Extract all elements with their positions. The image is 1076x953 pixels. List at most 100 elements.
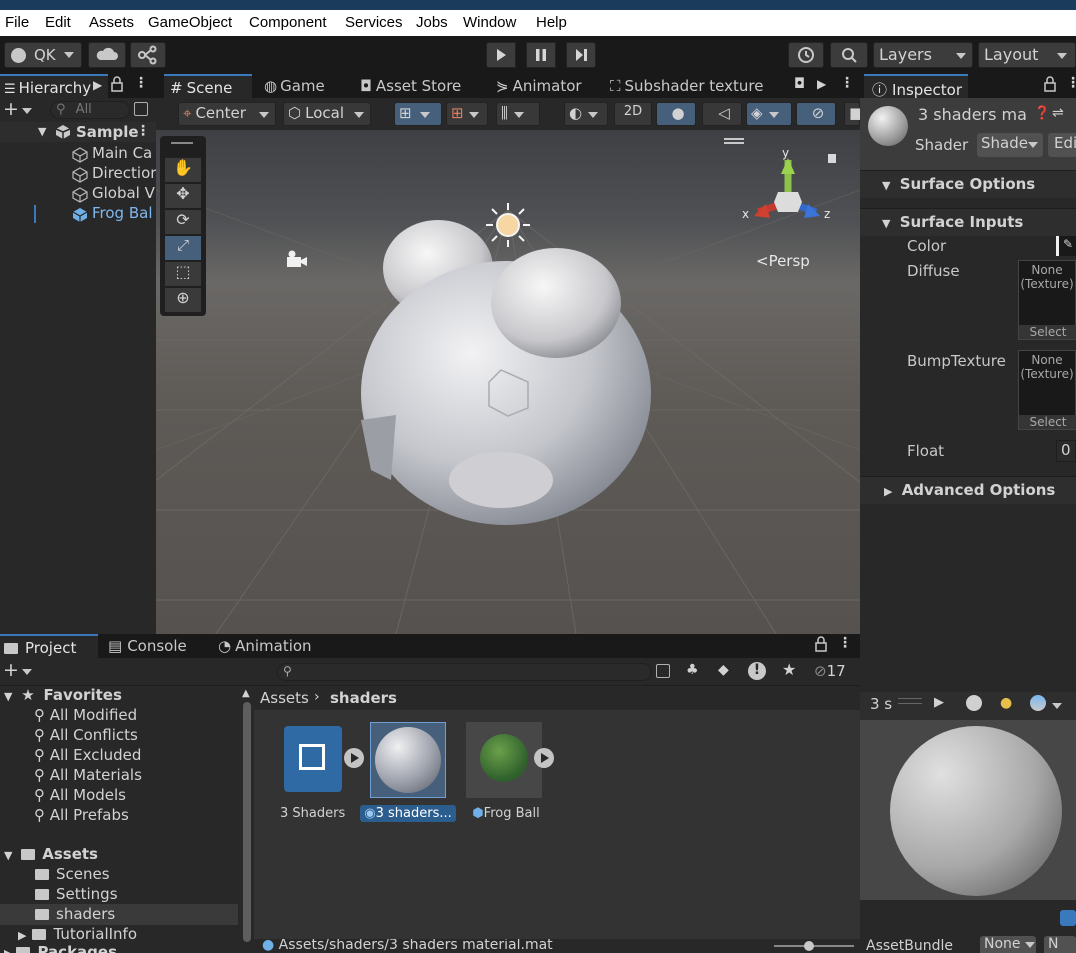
menu-help[interactable]: Help	[536, 14, 567, 31]
expand-asset-button[interactable]	[534, 748, 554, 768]
asset-label-3-shaders[interactable]: 3 Shaders	[280, 806, 345, 821]
effects-dropdown[interactable]: ◈	[746, 102, 792, 126]
scene-visibility-toggle[interactable]: ⊘	[796, 102, 836, 126]
expand-search-icon[interactable]	[134, 102, 148, 116]
step-button[interactable]	[566, 42, 596, 68]
chevron-up-icon[interactable]: ▲	[242, 688, 250, 699]
lighting-toggle[interactable]: ●	[656, 102, 696, 126]
diffuse-select-button[interactable]: Select	[1019, 325, 1076, 339]
asset-label-frog-ball[interactable]: ⬢Frog Ball	[466, 806, 546, 821]
tab-project[interactable]: Project	[0, 634, 98, 658]
asset-3-shaders-material[interactable]	[370, 722, 446, 798]
favorite-all-modified[interactable]: ⚲ All Modified	[34, 706, 137, 724]
tab-overflow-icon[interactable]: ▶	[93, 78, 102, 92]
favorite-all-materials[interactable]: ⚲ All Materials	[34, 766, 142, 784]
menu-component[interactable]: Component	[249, 14, 327, 31]
search-button[interactable]	[830, 42, 868, 68]
assetbundle-dropdown[interactable]: None	[980, 936, 1036, 953]
kebab-menu-icon[interactable]: ⋮	[840, 75, 854, 91]
scene-viewport[interactable]: y x z ✋ ✥ ⟳ ⤢ ⬚ ⊕ <Persp	[156, 130, 860, 634]
kebab-menu-icon[interactable]: ⋮	[1066, 75, 1076, 91]
rotate-tool-button[interactable]: ⟳	[165, 210, 201, 234]
persp-label[interactable]: <Persp	[756, 252, 810, 270]
draw-mode-dropdown[interactable]: ◐	[564, 102, 608, 126]
menu-jobs[interactable]: Jobs	[416, 14, 448, 31]
sphere-mesh-icon[interactable]	[966, 695, 982, 711]
kebab-menu-icon[interactable]: ⋮	[838, 635, 852, 651]
section-advanced-options[interactable]: ▶ Advanced Options	[860, 476, 1076, 504]
chevron-down-icon[interactable]	[22, 669, 32, 675]
rect-tool-button[interactable]: ⬚	[165, 262, 201, 286]
material-preview[interactable]	[860, 720, 1076, 900]
tab-inspector[interactable]: ⓘ Inspector	[864, 74, 968, 99]
tab-animation[interactable]: ◔ Animation	[218, 634, 312, 658]
kebab-menu-icon[interactable]: ⋮	[134, 75, 148, 91]
lighting-icon[interactable]: ●	[1000, 695, 1012, 711]
project-search-input[interactable]: ⚲	[277, 663, 652, 681]
menu-assets[interactable]: Assets	[89, 14, 134, 31]
increment-snap-toggle[interactable]: ⊞	[446, 102, 488, 126]
hierarchy-item-directional-light[interactable]: Directior	[0, 164, 156, 184]
grid-visibility-toggle[interactable]: ⫼	[496, 102, 540, 126]
layers-dropdown[interactable]: Layers	[873, 42, 973, 68]
breadcrumb-assets[interactable]: Assets	[260, 689, 309, 707]
asset-frog-ball[interactable]	[466, 722, 542, 798]
color-field[interactable]: ✎	[1056, 236, 1076, 256]
menu-window[interactable]: Window	[463, 14, 516, 31]
tab-hierarchy[interactable]: ☰ Hierarchy	[0, 74, 108, 98]
play-button[interactable]	[486, 42, 516, 68]
tab-animator[interactable]: ⋟ Animator	[496, 74, 582, 98]
search-by-label-icon[interactable]: ◆	[718, 662, 729, 678]
folder-shaders[interactable]: shaders	[35, 905, 115, 923]
space-dropdown[interactable]: ⬡ Local	[283, 102, 371, 126]
bump-select-button[interactable]: Select	[1019, 415, 1076, 429]
asset-label-3-shaders-material[interactable]: ◉3 shaders...	[360, 805, 456, 822]
favorite-all-models[interactable]: ⚲ All Models	[34, 786, 126, 804]
move-tool-button[interactable]: ✥	[165, 184, 201, 208]
menu-edit[interactable]: Edit	[45, 14, 71, 31]
add-icon[interactable]: +	[3, 98, 19, 120]
hierarchy-item-main-camera[interactable]: Main Ca	[0, 144, 156, 164]
transform-tool-button[interactable]: ⊕	[165, 288, 201, 312]
breadcrumb-shaders[interactable]: shaders	[330, 689, 397, 707]
pause-button[interactable]	[526, 42, 556, 68]
tab-overflow-icon[interactable]: ▶	[817, 77, 826, 91]
presets-icon[interactable]: ⇌	[1052, 105, 1064, 121]
menu-gameobject[interactable]: GameObject	[148, 14, 232, 31]
pivot-dropdown[interactable]: ⌖ Center	[178, 102, 276, 126]
material-name[interactable]: 3 shaders ma	[918, 105, 1027, 124]
expand-search-icon[interactable]	[656, 664, 670, 678]
tab-game[interactable]: ◍ Game	[262, 74, 325, 98]
scale-tool-button[interactable]: ⤢	[165, 236, 201, 260]
cloud-button[interactable]	[88, 42, 126, 68]
tree-scrollbar[interactable]: ▲	[240, 686, 254, 953]
tab-subshader-texture[interactable]: ⛶ Subshader texture	[610, 74, 763, 98]
overlay-menu-icon[interactable]	[724, 138, 744, 144]
eyedropper-icon[interactable]: ✎	[1063, 237, 1073, 251]
folder-tutorialinfo[interactable]: ▶ TutorialInfo	[18, 925, 137, 943]
2d-toggle[interactable]: 2D	[614, 102, 652, 126]
tab-console[interactable]: ▤ Console	[108, 634, 187, 658]
menu-file[interactable]: File	[5, 14, 29, 31]
undo-history-button[interactable]	[788, 42, 824, 68]
chevron-down-icon[interactable]	[22, 108, 32, 114]
chevron-down-icon[interactable]	[1052, 703, 1062, 709]
collab-button[interactable]	[130, 42, 166, 68]
skybox-icon[interactable]	[1030, 695, 1046, 711]
store-icon[interactable]: ◘	[794, 76, 805, 92]
folder-scenes[interactable]: Scenes	[35, 865, 110, 883]
log-filter-icon[interactable]: !	[748, 662, 766, 680]
tab-scene[interactable]: # Scene	[164, 74, 252, 98]
slider-handle[interactable]	[804, 941, 814, 951]
audio-toggle[interactable]: ◁	[702, 102, 742, 126]
hidden-packages-toggle[interactable]: ⊘17	[814, 662, 846, 680]
tab-asset-store[interactable]: ◘ Asset Store	[360, 74, 461, 98]
search-by-type-icon[interactable]: ♣	[686, 662, 699, 678]
hand-tool-button[interactable]: ✋	[165, 158, 201, 182]
icon-size-slider[interactable]	[774, 945, 854, 947]
chevron-down-icon[interactable]: ▼	[38, 125, 46, 138]
create-icon[interactable]: +	[3, 659, 19, 681]
lock-icon[interactable]	[111, 76, 123, 96]
edit-shader-button[interactable]: Edi	[1048, 133, 1076, 157]
menu-services[interactable]: Services	[345, 14, 403, 31]
